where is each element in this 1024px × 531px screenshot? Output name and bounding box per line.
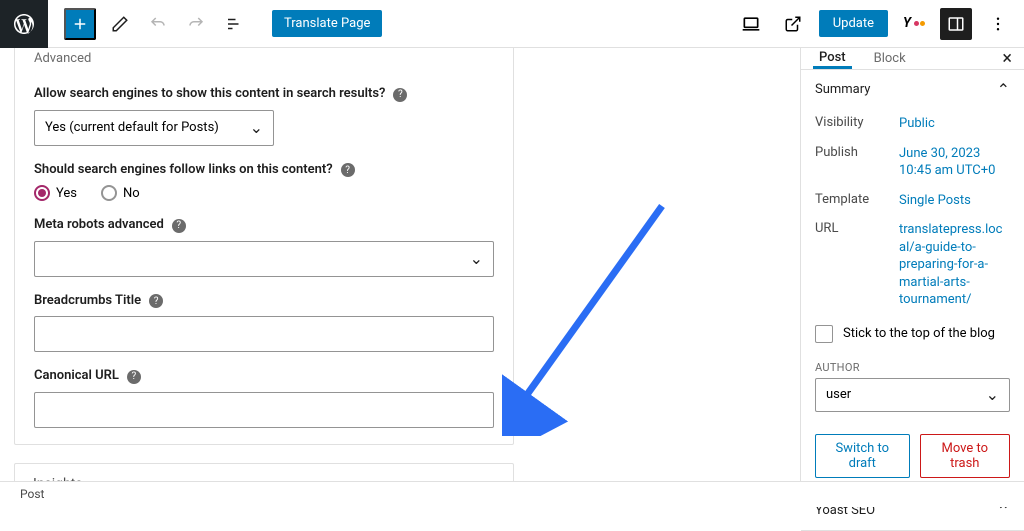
url-value[interactable]: translatepress.local/a-guide-to-preparin… [899,221,1010,309]
update-button[interactable]: Update [819,10,888,37]
yoast-pin-button[interactable]: Y [898,8,930,40]
close-sidebar-button[interactable]: × [1002,48,1012,69]
chevron-up-icon: ⌃ [997,80,1010,99]
edit-mode-button[interactable] [106,10,134,38]
meta-robots-select[interactable]: ⌄ [34,241,494,277]
add-block-button[interactable] [64,8,96,40]
follow-links-label: Should search engines follow links on th… [34,162,333,177]
sidebar-tabs: Post Block × [801,48,1024,70]
chevron-down-icon: ⌄ [986,385,999,404]
annotation-arrow [502,196,682,436]
editor-toolbar: Translate Page Update Y [0,0,1024,48]
help-icon[interactable]: ? [341,163,355,177]
undo-icon [149,15,167,33]
preview-external-button[interactable] [777,8,809,40]
settings-sidebar-button[interactable] [940,8,972,40]
wordpress-logo[interactable] [0,0,48,48]
summary-section-toggle[interactable]: Summary ⌃ [801,70,1024,109]
help-icon[interactable]: ? [127,370,141,384]
tab-post[interactable]: Post [813,48,852,69]
wordpress-icon [12,12,36,36]
summary-title: Summary [815,82,870,97]
visibility-label: Visibility [815,115,899,133]
help-icon[interactable]: ? [393,88,407,102]
yoast-advanced-panel: Advanced Allow search engines to show th… [14,48,514,445]
breadcrumbs-title-label: Breadcrumbs Title [34,293,141,308]
chevron-down-icon: ⌄ [470,249,483,268]
advanced-heading: Advanced [34,48,494,70]
author-value: user [826,387,851,402]
settings-sidebar: Post Block × Summary ⌃ Visibility Public… [800,48,1024,507]
editor-footer: Post [0,481,1024,507]
tab-block[interactable]: Block [868,48,912,69]
author-select[interactable]: user ⌄ [815,378,1010,412]
editor-canvas: Advanced Allow search engines to show th… [0,48,800,507]
publish-value[interactable]: June 30, 2023 10:45 am UTC+0 [899,145,1010,180]
author-heading: AUTHOR [801,353,1024,378]
stick-to-top-label: Stick to the top of the blog [843,326,995,341]
allow-search-select[interactable]: Yes (current default for Posts) ⌄ [34,110,274,146]
canonical-url-label: Canonical URL [34,368,119,383]
redo-button[interactable] [182,10,210,38]
stick-to-top-checkbox[interactable] [815,325,833,343]
switch-to-draft-button[interactable]: Switch to draft [815,434,910,478]
help-icon[interactable]: ? [149,294,163,308]
plus-icon [71,15,89,33]
kebab-icon [989,15,1007,33]
allow-search-label: Allow search engines to show this conten… [34,86,385,101]
publish-label: Publish [815,145,899,180]
canonical-url-input[interactable] [34,392,494,428]
pencil-icon [111,15,129,33]
chevron-down-icon: ⌄ [250,118,263,137]
view-button[interactable] [735,8,767,40]
radio-icon [101,185,117,201]
url-label: URL [815,221,899,309]
breadcrumb[interactable]: Post [20,487,44,501]
allow-search-value: Yes (current default for Posts) [45,120,219,135]
undo-button[interactable] [144,10,172,38]
document-overview-button[interactable] [220,10,248,38]
follow-yes-radio[interactable]: Yes [34,185,77,201]
redo-icon [187,15,205,33]
follow-no-radio[interactable]: No [101,185,140,201]
breadcrumbs-title-input[interactable] [34,316,494,352]
radio-icon [34,185,50,201]
list-icon [225,15,243,33]
external-link-icon [784,15,802,33]
help-icon[interactable]: ? [172,219,186,233]
move-to-trash-button[interactable]: Move to trash [920,434,1010,478]
sidebar-icon [947,15,965,33]
yoast-status-dots [913,16,925,31]
visibility-value[interactable]: Public [899,115,1010,133]
yoast-icon: Y [903,16,911,31]
template-label: Template [815,192,899,210]
meta-robots-label: Meta robots advanced [34,217,164,232]
laptop-icon [741,14,761,34]
translate-page-button[interactable]: Translate Page [272,10,382,37]
options-button[interactable] [982,8,1014,40]
template-value[interactable]: Single Posts [899,192,1010,210]
